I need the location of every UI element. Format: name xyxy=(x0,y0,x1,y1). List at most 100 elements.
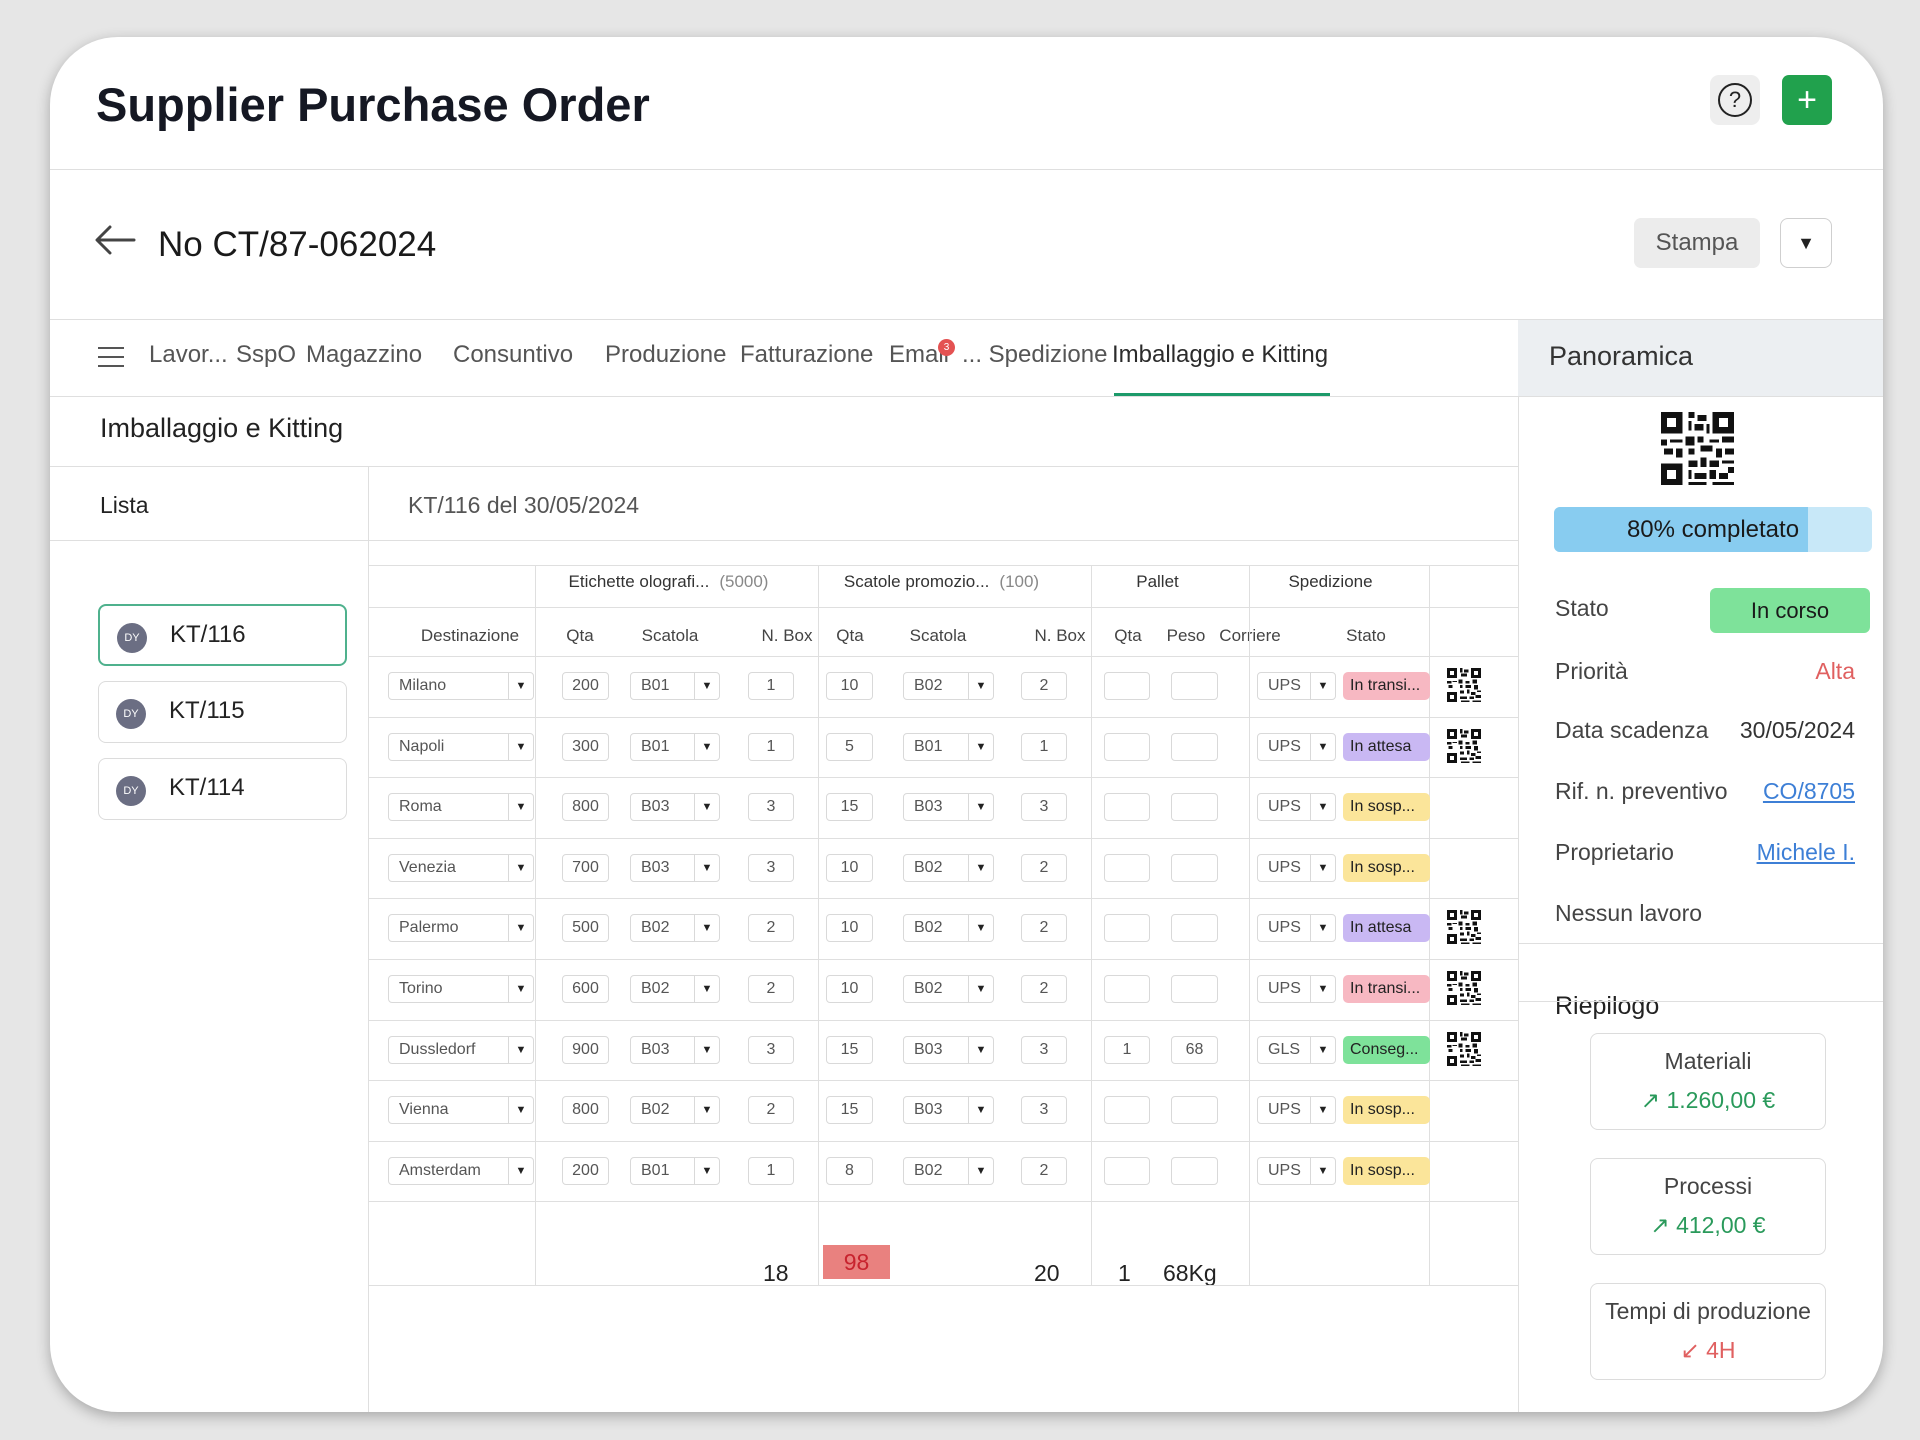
scatola-etichette-select[interactable]: B01 ▼ xyxy=(630,1157,720,1185)
destination-select-venezia[interactable]: Venezia ▼ xyxy=(388,854,534,882)
help-button[interactable]: ? xyxy=(1710,75,1760,125)
qta-pallet-input[interactable] xyxy=(1104,793,1150,821)
nbox-etichette-input[interactable]: 2 xyxy=(748,975,794,1003)
nbox-scatole-input[interactable]: 3 xyxy=(1021,1096,1067,1124)
peso-pallet-input[interactable] xyxy=(1171,1157,1218,1185)
processes-card[interactable]: Processi ↗ 412,00 € xyxy=(1590,1158,1826,1255)
qr-code-icon[interactable] xyxy=(1447,910,1481,944)
destination-select-vienna[interactable]: Vienna ▼ xyxy=(388,1096,534,1124)
peso-pallet-input[interactable]: 68 xyxy=(1171,1036,1218,1064)
nbox-etichette-input[interactable]: 1 xyxy=(748,672,794,700)
nbox-etichette-input[interactable]: 3 xyxy=(748,854,794,882)
scatola-scatole-select[interactable]: B02 ▼ xyxy=(903,854,994,882)
carrier-select[interactable]: UPS ▼ xyxy=(1257,672,1336,700)
materials-card[interactable]: Materiali ↗ 1.260,00 € xyxy=(1590,1033,1826,1130)
carrier-select[interactable]: UPS ▼ xyxy=(1257,1157,1336,1185)
carrier-select[interactable]: UPS ▼ xyxy=(1257,854,1336,882)
nbox-scatole-input[interactable]: 2 xyxy=(1021,975,1067,1003)
scatola-etichette-select[interactable]: B03 ▼ xyxy=(630,1036,720,1064)
qr-code-icon[interactable] xyxy=(1661,412,1734,485)
scatola-scatole-select[interactable]: B03 ▼ xyxy=(903,1096,994,1124)
qta-pallet-input[interactable] xyxy=(1104,1096,1150,1124)
qr-code-icon[interactable] xyxy=(1447,1032,1481,1066)
qta-scatole-input[interactable]: 10 xyxy=(826,975,873,1003)
nbox-scatole-input[interactable]: 2 xyxy=(1021,914,1067,942)
production-time-card[interactable]: Tempi di produzione ↙ 4H xyxy=(1590,1283,1826,1380)
qta-scatole-input[interactable]: 10 xyxy=(826,854,873,882)
scatola-etichette-select[interactable]: B01 ▼ xyxy=(630,733,720,761)
qta-pallet-input[interactable] xyxy=(1104,672,1150,700)
carrier-select[interactable]: UPS ▼ xyxy=(1257,1096,1336,1124)
scatola-scatole-select[interactable]: B02 ▼ xyxy=(903,1157,994,1185)
destination-select-dussledorf[interactable]: Dussledorf ▼ xyxy=(388,1036,534,1064)
scatola-scatole-select[interactable]: B03 ▼ xyxy=(903,793,994,821)
qta-scatole-input[interactable]: 15 xyxy=(826,1036,873,1064)
qta-pallet-input[interactable] xyxy=(1104,975,1150,1003)
destination-select-palermo[interactable]: Palermo ▼ xyxy=(388,914,534,942)
nbox-scatole-input[interactable]: 1 xyxy=(1021,733,1067,761)
qta-etichette-input[interactable]: 300 xyxy=(562,733,609,761)
add-button[interactable]: + xyxy=(1782,75,1832,125)
carrier-select[interactable]: UPS ▼ xyxy=(1257,793,1336,821)
peso-pallet-input[interactable] xyxy=(1171,975,1218,1003)
tab-produzione[interactable]: Produzione xyxy=(605,341,726,369)
destination-select-napoli[interactable]: Napoli ▼ xyxy=(388,733,534,761)
print-options-dropdown[interactable]: ▼ xyxy=(1780,218,1832,268)
nbox-scatole-input[interactable]: 2 xyxy=(1021,854,1067,882)
qta-scatole-input[interactable]: 15 xyxy=(826,1096,873,1124)
destination-select-roma[interactable]: Roma ▼ xyxy=(388,793,534,821)
scatola-scatole-select[interactable]: B02 ▼ xyxy=(903,975,994,1003)
scatola-etichette-select[interactable]: B02 ▼ xyxy=(630,1096,720,1124)
qta-etichette-input[interactable]: 500 xyxy=(562,914,609,942)
nbox-scatole-input[interactable]: 3 xyxy=(1021,1036,1067,1064)
nbox-scatole-input[interactable]: 2 xyxy=(1021,1157,1067,1185)
peso-pallet-input[interactable] xyxy=(1171,1096,1218,1124)
back-arrow-icon[interactable] xyxy=(94,224,136,256)
nbox-scatole-input[interactable]: 2 xyxy=(1021,672,1067,700)
tab-imballaggio-kitting[interactable]: Imballaggio e Kitting xyxy=(1112,341,1328,369)
scatola-scatole-select[interactable]: B01 ▼ xyxy=(903,733,994,761)
scatola-scatole-select[interactable]: B02 ▼ xyxy=(903,914,994,942)
scatola-etichette-select[interactable]: B03 ▼ xyxy=(630,793,720,821)
list-item-kt-116[interactable]: DY KT/116 xyxy=(98,604,347,666)
qta-etichette-input[interactable]: 800 xyxy=(562,1096,609,1124)
nbox-etichette-input[interactable]: 2 xyxy=(748,1096,794,1124)
peso-pallet-input[interactable] xyxy=(1171,733,1218,761)
qr-code-icon[interactable] xyxy=(1447,729,1481,763)
owner-link[interactable]: Michele I. xyxy=(1757,839,1855,866)
tab-magazzino[interactable]: Magazzino xyxy=(306,341,422,369)
qta-scatole-input[interactable]: 5 xyxy=(826,733,873,761)
qta-etichette-input[interactable]: 600 xyxy=(562,975,609,1003)
scatola-etichette-select[interactable]: B03 ▼ xyxy=(630,854,720,882)
list-item-kt-115[interactable]: DY KT/115 xyxy=(98,681,347,743)
peso-pallet-input[interactable] xyxy=(1171,854,1218,882)
nbox-etichette-input[interactable]: 1 xyxy=(748,1157,794,1185)
tab-consuntivo[interactable]: Consuntivo xyxy=(453,341,573,369)
menu-icon[interactable] xyxy=(98,347,124,367)
print-button[interactable]: Stampa xyxy=(1634,218,1760,268)
carrier-select[interactable]: UPS ▼ xyxy=(1257,975,1336,1003)
destination-select-torino[interactable]: Torino ▼ xyxy=(388,975,534,1003)
carrier-select[interactable]: GLS ▼ xyxy=(1257,1036,1336,1064)
qta-scatole-input[interactable]: 10 xyxy=(826,672,873,700)
tab-lavorazioni[interactable]: Lavor... xyxy=(149,341,228,369)
quote-ref-link[interactable]: CO/8705 xyxy=(1763,778,1855,805)
nbox-scatole-input[interactable]: 3 xyxy=(1021,793,1067,821)
qta-etichette-input[interactable]: 200 xyxy=(562,1157,609,1185)
destination-select-milano[interactable]: Milano ▼ xyxy=(388,672,534,700)
qr-code-icon[interactable] xyxy=(1447,971,1481,1005)
scatola-scatole-select[interactable]: B02 ▼ xyxy=(903,672,994,700)
qta-etichette-input[interactable]: 700 xyxy=(562,854,609,882)
peso-pallet-input[interactable] xyxy=(1171,914,1218,942)
qta-pallet-input[interactable] xyxy=(1104,1157,1150,1185)
qta-scatole-input[interactable]: 10 xyxy=(826,914,873,942)
qta-pallet-input[interactable]: 1 xyxy=(1104,1036,1150,1064)
scatola-etichette-select[interactable]: B02 ▼ xyxy=(630,975,720,1003)
destination-select-amsterdam[interactable]: Amsterdam ▼ xyxy=(388,1157,534,1185)
nbox-etichette-input[interactable]: 2 xyxy=(748,914,794,942)
qta-scatole-input[interactable]: 8 xyxy=(826,1157,873,1185)
qta-scatole-input[interactable]: 15 xyxy=(826,793,873,821)
nbox-etichette-input[interactable]: 3 xyxy=(748,793,794,821)
carrier-select[interactable]: UPS ▼ xyxy=(1257,733,1336,761)
qta-pallet-input[interactable] xyxy=(1104,914,1150,942)
